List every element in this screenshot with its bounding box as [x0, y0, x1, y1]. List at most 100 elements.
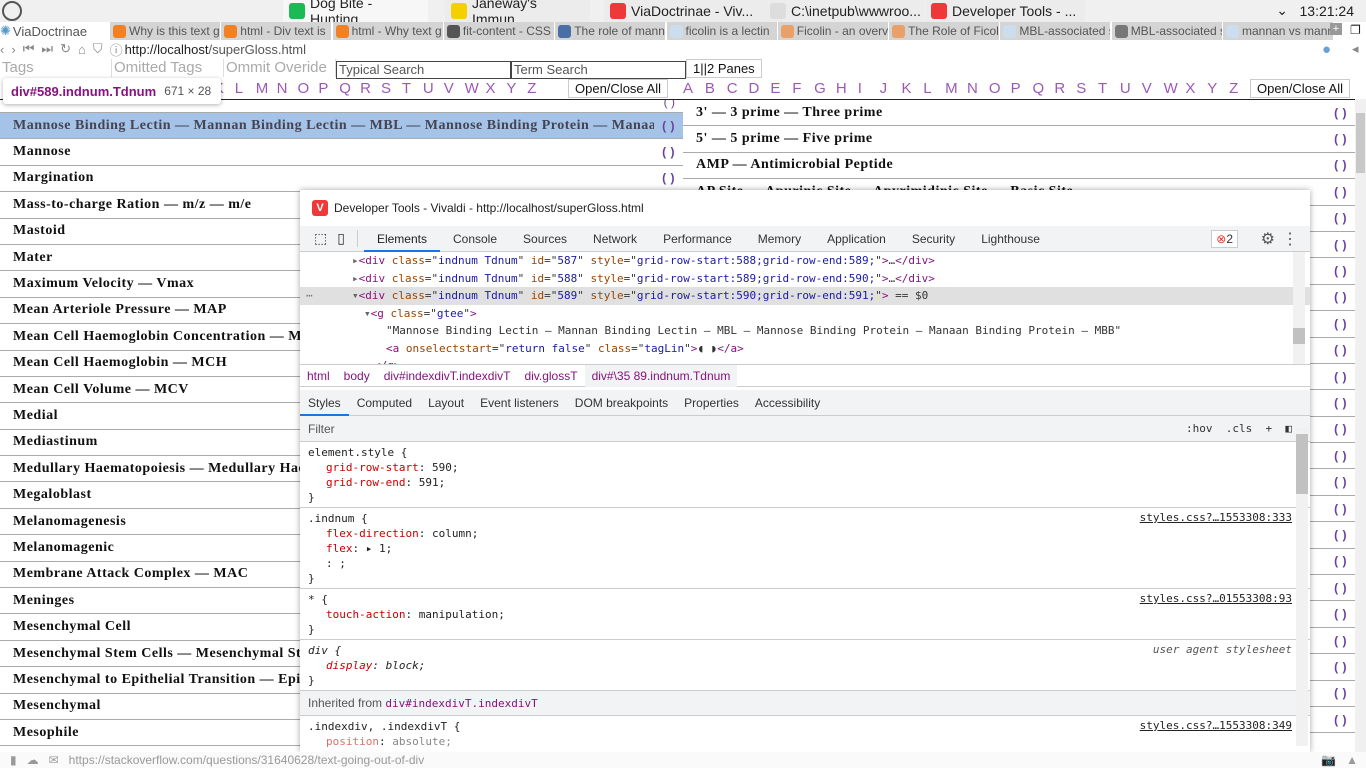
tab-lighthouse[interactable]: Lighthouse [968, 226, 1053, 252]
styles-tab-styles[interactable]: Styles [300, 390, 349, 416]
page-scrollbar[interactable] [1355, 99, 1366, 752]
alphabet-letter-x[interactable]: X [485, 80, 506, 97]
alphabet-letter-u[interactable]: U [423, 80, 444, 97]
alphabet-letter-w[interactable]: W [465, 80, 486, 97]
expand-arrow-icon[interactable]: ▸ [352, 272, 359, 285]
chevron-down-icon[interactable]: ⌄ [1276, 2, 1288, 19]
css-property[interactable]: flex [326, 542, 353, 555]
open-close-all-left-button[interactable]: Open/Close All [568, 79, 668, 98]
tag-link[interactable]: ( ) [1334, 713, 1347, 727]
tag-link[interactable]: ( ) [1334, 264, 1347, 278]
alphabet-letter-v[interactable]: V [1142, 80, 1164, 97]
tag-link[interactable]: ( ) [1334, 370, 1347, 384]
alphabet-letter-c[interactable]: C [727, 80, 749, 97]
breadcrumb-item[interactable]: body [337, 365, 377, 387]
styles-tab-event-listeners[interactable]: Event listeners [472, 390, 567, 416]
alphabet-letter-p[interactable]: P [318, 80, 339, 97]
alphabet-letter-n[interactable]: N [967, 80, 989, 97]
tab-application[interactable]: Application [814, 226, 899, 252]
cls-toggle[interactable]: .cls [1226, 422, 1253, 435]
alphabet-letter-i[interactable]: I [858, 80, 880, 97]
panel-toggle-icon[interactable]: ◂ [1352, 41, 1359, 57]
cloud-sync-icon[interactable]: ☁ [27, 753, 39, 767]
settings-gear-icon[interactable]: ⚙ [1261, 229, 1275, 249]
alphabet-letter-t[interactable]: T [1098, 80, 1120, 97]
breadcrumb-item[interactable]: div#indexdivT.indexdivT [377, 365, 518, 387]
browser-tab[interactable]: The Role of Ficoli [889, 22, 1001, 40]
alphabet-letter-k[interactable]: K [901, 80, 923, 97]
alphabet-letter-t[interactable]: T [402, 80, 423, 97]
elements-scrollbar[interactable] [1293, 252, 1305, 364]
browser-tab[interactable]: MBL-associated s [1111, 22, 1223, 40]
styles-scrollbar[interactable] [1296, 428, 1308, 746]
globe-icon[interactable]: ● [1322, 41, 1331, 58]
tab-performance[interactable]: Performance [650, 226, 745, 252]
alphabet-letter-x[interactable]: X [1185, 80, 1207, 97]
alphabet-letter-q[interactable]: Q [339, 80, 360, 97]
expand-arrow-icon[interactable]: ▸ [352, 254, 359, 267]
css-value[interactable]: block; [386, 659, 426, 672]
css-declaration[interactable]: grid-row-start: 590; [308, 460, 1310, 475]
css-declaration[interactable]: grid-row-end: 591; [308, 475, 1310, 490]
browser-tab[interactable]: MBL-associated s [1000, 22, 1112, 40]
os-tab[interactable]: C:\inetpub\wwwroo... [764, 0, 924, 22]
panes-toggle-button[interactable]: 1||2 Panes [686, 59, 762, 78]
image-icon[interactable]: ▲ [1346, 753, 1358, 767]
browser-tab[interactable]: Why is this text g [110, 22, 221, 40]
browser-tab[interactable]: The role of mann [555, 22, 667, 40]
alphabet-letter-y[interactable]: Y [1207, 80, 1229, 97]
node-actions-icon[interactable]: ⋯ [306, 287, 313, 305]
css-value[interactable]: 590; [432, 461, 459, 474]
glossary-term-row[interactable]: 5' — 5 prime — Five prime ( ) [683, 126, 1355, 153]
tag-link[interactable]: ( ) [1334, 528, 1347, 542]
tag-link[interactable]: ( ) [1334, 581, 1347, 595]
alphabet-letter-r[interactable]: R [360, 80, 381, 97]
breadcrumb-item[interactable]: div.glossT [517, 365, 584, 387]
tag-link[interactable]: ( ) [1334, 475, 1347, 489]
css-declaration[interactable]: flex: ▸ 1; [308, 541, 1310, 556]
alphabet-letter-s[interactable]: S [381, 80, 402, 97]
alphabet-letter-g[interactable]: G [814, 80, 836, 97]
alphabet-letter-o[interactable]: O [297, 80, 318, 97]
alphabet-letter-z[interactable]: Z [1229, 80, 1251, 97]
css-property[interactable]: grid-row-end [326, 476, 405, 489]
tag-link[interactable]: ( ) [1334, 185, 1347, 199]
css-source-link[interactable]: styles.css?…01553308:93 [1140, 592, 1292, 605]
back-icon[interactable]: ‹ [0, 42, 4, 57]
tag-link[interactable]: ( ) [662, 171, 675, 185]
restore-window-icon[interactable]: ❐ [1350, 23, 1361, 37]
sidebar-toggle-icon[interactable]: ◧ [1285, 422, 1292, 435]
camera-icon[interactable]: 📷 [1321, 753, 1336, 767]
css-value[interactable]: ▸ 1; [366, 542, 393, 555]
alphabet-letter-u[interactable]: U [1120, 80, 1142, 97]
browser-tab[interactable]: mannan vs mann [1223, 22, 1334, 40]
new-rule-icon[interactable]: + [1266, 422, 1273, 435]
css-value[interactable]: absolute; [392, 735, 452, 748]
tag-link[interactable]: ( ) [1334, 396, 1347, 410]
term-search-input[interactable]: Term Search [511, 61, 686, 79]
tag-link[interactable]: ( ) [1334, 554, 1347, 568]
tag-link[interactable]: ( ) [1334, 106, 1347, 120]
css-property[interactable]: display [326, 659, 372, 672]
text-node[interactable]: "Mannose Binding Lectin — Mannan Binding… [300, 322, 1310, 340]
styles-tab-layout[interactable]: Layout [420, 390, 472, 416]
styles-filter-input[interactable]: Filter [308, 422, 335, 436]
css-declaration[interactable]: display: block; [308, 658, 1310, 673]
dom-node-a[interactable]: <a onselectstart="return false" class="t… [300, 340, 1310, 358]
css-value[interactable]: column; [432, 527, 478, 540]
css-property[interactable]: position [326, 735, 379, 748]
browser-name-tab[interactable]: ✺ ViaDoctrinae [0, 22, 87, 40]
alphabet-letter-d[interactable]: D [749, 80, 771, 97]
dom-node[interactable]: ⋯ ▾<div class="indnum Tdnum" id="589" st… [300, 287, 1310, 305]
tag-link[interactable]: ( ) [1334, 634, 1347, 648]
alphabet-letter-y[interactable]: Y [506, 80, 527, 97]
alphabet-letter-s[interactable]: S [1076, 80, 1098, 97]
tag-link[interactable]: ( ) [1334, 502, 1347, 516]
glossary-term-row[interactable]: 3' — 3 prime — Three prime ( ) [683, 100, 1355, 127]
omitted-tags-field[interactable]: Omitted Tags [112, 59, 224, 77]
glossary-term-row[interactable]: Margination ( ) [0, 166, 683, 193]
css-property[interactable]: grid-row-start [326, 461, 419, 474]
browser-tab[interactable]: html - Div text is [221, 22, 333, 40]
css-declaration[interactable]: : ; [308, 556, 1310, 571]
alphabet-letter-a[interactable]: A [683, 80, 705, 97]
